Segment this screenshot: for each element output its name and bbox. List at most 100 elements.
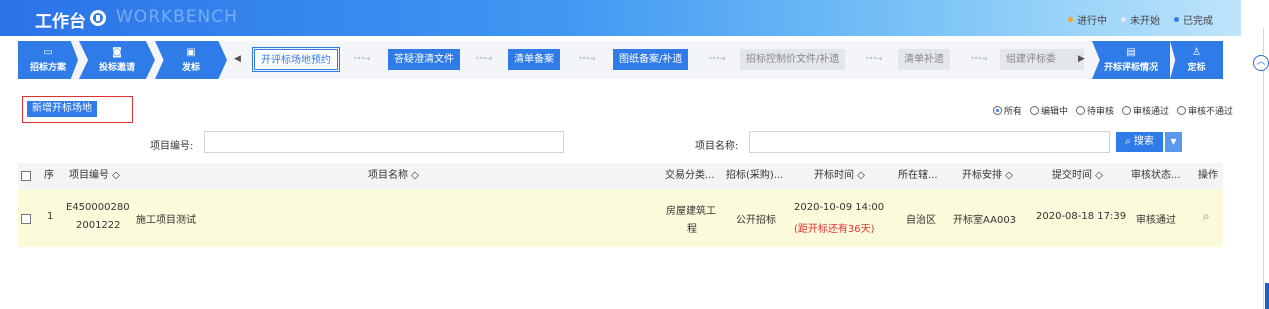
search-button-label: 搜索 — [1133, 136, 1154, 147]
dot-icon — [1068, 17, 1073, 22]
table-header: 序 项目编号 ◇ 项目名称 ◇ 交易分类... 招标(采购)... 开标时间 ◇… — [18, 163, 1223, 189]
user-icon: ♙ — [1192, 47, 1201, 58]
col-project-code[interactable]: 项目编号 ◇ — [69, 163, 120, 189]
filter-approved[interactable]: 审核通过 — [1121, 104, 1169, 117]
monitor-icon: ▭ — [43, 47, 53, 58]
col-project-name[interactable]: 项目名称 ◇ — [368, 163, 419, 189]
arrow-right-icon: •••➜ — [475, 54, 493, 63]
filter-pending[interactable]: 待审核 — [1075, 104, 1114, 117]
filter-label: 审核不通过 — [1187, 107, 1233, 117]
process-step-bar: ▭ 招标方案 ◙ 投标邀请 ▣ 发标 ◀ 开评标场地预约 •••➜ 答疑澄清文件… — [18, 41, 1223, 79]
filter-label: 待审核 — [1086, 107, 1114, 117]
substep-drawing-filing[interactable]: 图纸备案/补遗 — [613, 49, 689, 70]
row-submit-time: 2020-08-18 17:39 — [1036, 211, 1127, 222]
select-all-checkbox[interactable] — [21, 171, 31, 181]
project-name-input[interactable] — [749, 131, 1110, 153]
project-code-label: 项目编号: — [150, 141, 194, 152]
substep-committee[interactable]: 组建评标委 — [1000, 49, 1084, 70]
table-row[interactable]: 1 E450000280 2001222 施工项目测试 房屋建筑工 程 公开招标… — [18, 189, 1223, 247]
step-label: 招标方案 — [29, 63, 66, 73]
col-actions: 操作 — [1198, 170, 1218, 181]
row-review-status: 审核通过 — [1136, 215, 1176, 226]
col-open-time[interactable]: 开标时间 ◇ — [814, 163, 865, 189]
doc-icon: ▣ — [186, 47, 196, 58]
project-name-label: 项目名称: — [695, 141, 739, 152]
filter-label: 所有 — [1003, 107, 1022, 117]
row-seq: 1 — [47, 211, 54, 222]
step-bid-invitation[interactable]: ◙ 投标邀请 — [79, 41, 155, 79]
row-code-line2: 2001222 — [76, 220, 121, 231]
arrow-right-icon: •••➜ — [865, 54, 883, 63]
scroll-top-button[interactable]: ︿ — [1253, 55, 1269, 71]
report-icon: ▤ — [1126, 47, 1136, 58]
radio-icon — [1075, 106, 1085, 115]
triangle-left-icon: ◀ — [234, 54, 241, 64]
page-title: 工作台 — [35, 12, 86, 32]
row-region: 自治区 — [906, 215, 936, 226]
substep-control-price[interactable]: 招标控制价文件/补遗 — [740, 49, 846, 70]
triangle-right-icon: ▶ — [1078, 54, 1085, 64]
radio-icon — [1121, 106, 1131, 115]
step-label: 发标 — [181, 63, 200, 73]
col-submit-time[interactable]: 提交时间 ◇ — [1052, 163, 1103, 189]
row-category-line1: 房屋建筑工 — [666, 206, 716, 217]
power-logo-icon — [90, 10, 106, 26]
step-label: 定标 — [1187, 63, 1206, 73]
legend-not-started: 未开始 — [1121, 12, 1160, 27]
step-label: 开标评标情况 — [1103, 63, 1158, 73]
legend-in-progress: 进行中 — [1068, 12, 1107, 27]
row-category-line2: 程 — [687, 224, 697, 235]
substep-venue-booking[interactable]: 开评标场地预约 — [252, 47, 340, 72]
row-arrangement: 开标室AA003 — [953, 215, 1017, 226]
dot-icon — [1174, 17, 1179, 22]
step-bid-plan[interactable]: ▭ 招标方案 — [18, 41, 78, 79]
view-detail-icon[interactable]: ⌕ — [1203, 209, 1210, 224]
substep-clarification[interactable]: 答疑澄清文件 — [388, 49, 460, 70]
arrow-right-icon: •••➜ — [353, 54, 371, 63]
col-review-status[interactable]: 审核状态... — [1131, 163, 1181, 189]
legend-label: 已完成 — [1183, 16, 1213, 27]
radio-icon — [1176, 106, 1186, 115]
filter-editing[interactable]: 编辑中 — [1029, 104, 1068, 117]
search-icon: ⌕ — [1125, 136, 1131, 147]
filter-all[interactable]: 所有 — [992, 104, 1022, 117]
row-open-time: 2020-10-09 14:00 — [794, 202, 885, 213]
add-venue-button[interactable]: 新增开标场地 — [27, 101, 97, 117]
substep-list-filing[interactable]: 清单备案 — [508, 49, 560, 70]
filter-label: 审核通过 — [1132, 107, 1169, 117]
filter-rejected[interactable]: 审核不通过 — [1176, 104, 1233, 117]
row-code-line1: E450000280 — [66, 202, 130, 213]
col-seq: 序 — [44, 170, 54, 181]
bag-icon: ◙ — [112, 47, 122, 58]
step-opening-evaluation[interactable]: ▤ 开标评标情况 — [1092, 41, 1170, 79]
filter-label: 编辑中 — [1040, 107, 1068, 117]
page-subtitle: WORKBENCH — [116, 7, 238, 27]
legend-completed: 已完成 — [1174, 12, 1213, 27]
col-category[interactable]: 交易分类... — [665, 163, 715, 189]
workbench-page: 工作台 WORKBENCH 进行中 未开始 已完成 ︿ ▭ 招标方案 ◙ 投标邀… — [0, 0, 1269, 309]
arrow-right-icon: •••➜ — [970, 54, 988, 63]
row-countdown: (距开标还有36天) — [794, 224, 875, 235]
col-bid-method[interactable]: 招标(采购)... — [726, 163, 783, 189]
col-arrangement[interactable]: 开标安排 ◇ — [962, 163, 1013, 189]
step-label: 投标邀请 — [98, 63, 135, 73]
project-code-input[interactable] — [204, 131, 564, 153]
search-button[interactable]: ⌕ 搜索 — [1116, 132, 1163, 152]
radio-checked-icon — [992, 106, 1002, 115]
row-bid-method: 公开招标 — [736, 215, 776, 226]
status-legend: 进行中 未开始 已完成 — [1068, 12, 1213, 27]
expand-search-button[interactable]: ▼ — [1165, 132, 1182, 152]
step-award[interactable]: ♙ 定标 — [1170, 41, 1223, 79]
chevron-down-icon: ▼ — [1170, 137, 1177, 146]
step-issue-bid[interactable]: ▣ 发标 — [155, 41, 227, 79]
col-region[interactable]: 所在辖... — [898, 163, 938, 189]
row-project-name: 施工项目测试 — [136, 215, 196, 226]
row-checkbox[interactable] — [21, 214, 31, 224]
legend-label: 进行中 — [1077, 16, 1107, 27]
dot-icon — [1121, 17, 1126, 22]
scrollbar-thumb[interactable] — [1265, 283, 1269, 309]
legend-label: 未开始 — [1130, 16, 1160, 27]
radio-icon — [1029, 106, 1039, 115]
substep-list-supplement[interactable]: 清单补遗 — [898, 49, 950, 70]
top-header: 工作台 WORKBENCH 进行中 未开始 已完成 — [0, 0, 1241, 36]
